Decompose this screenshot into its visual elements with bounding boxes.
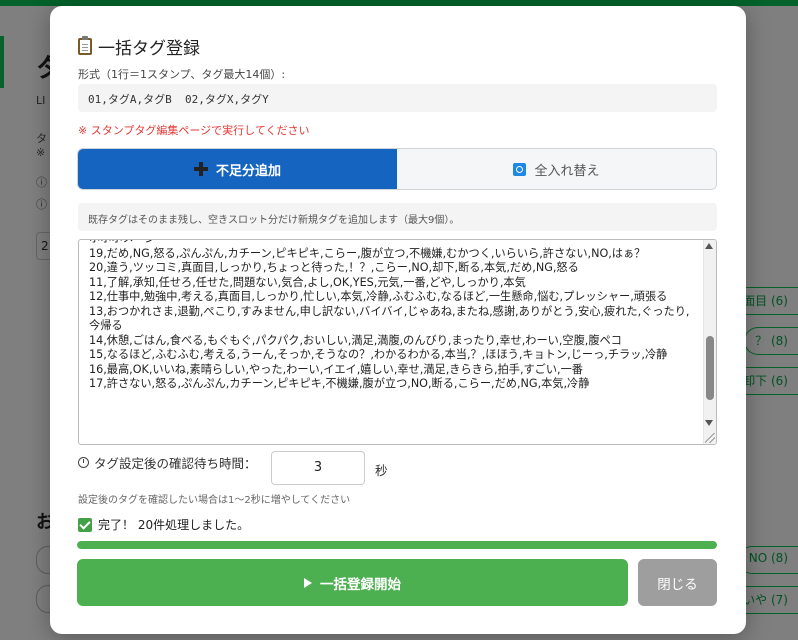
- modal-title-row: 一括タグ登録: [78, 34, 200, 59]
- textarea-line: 13,おつかれさま,退勤,ぺこり,すみません,申し訳ない,バイバイ,じゃあね,ま…: [89, 304, 690, 333]
- mode-replace-all-button[interactable]: 全入れ替え: [397, 149, 716, 189]
- modal-title: 一括タグ登録: [98, 39, 200, 59]
- textarea-scrollbar[interactable]: [703, 240, 716, 444]
- play-icon: [304, 577, 312, 588]
- format-example: 01,タグA,タグB 02,タグX,タグY: [78, 84, 717, 112]
- status-row: 完了！ 20件処理しました。: [78, 516, 249, 533]
- start-button-label: 一括登録開始: [320, 576, 401, 593]
- textarea-line: ホホホメーン: [89, 240, 695, 247]
- tag-textarea[interactable]: ホホホメーン19,だめ,NG,怒る,ぷんぷん,カチーン,ピキピキ,こらー,腹が立…: [78, 239, 717, 445]
- mode-description: 既存タグはそのまま残し、空きスロット分だけ新規タグを追加します（最大9個）。: [78, 203, 717, 231]
- textarea-line: 11,了解,承知,任せろ,任せた,問題ない,気合,よし,OK,YES,元気,一番…: [89, 275, 526, 289]
- mode-toggle: 不足分追加 全入れ替え: [77, 148, 717, 190]
- resize-grip-icon[interactable]: [705, 433, 715, 443]
- status-text: 完了！ 20件処理しました。: [98, 518, 250, 532]
- close-button[interactable]: 閉じる: [638, 559, 717, 606]
- scroll-down-arrow-icon[interactable]: [705, 420, 713, 426]
- textarea-line: 14,休憩,ごはん,食べる,もぐもぐ,パクパク,おいしい,満足,満腹,のんびり,…: [89, 333, 622, 347]
- textarea-line: 15,なるほど,ふむふむ,考える,うーん,そっか,そうなの？,わかるわかる,本当…: [89, 348, 668, 361]
- plus-icon: [193, 162, 208, 176]
- start-bulk-register-button[interactable]: 一括登録開始: [77, 559, 628, 606]
- swap-icon: [513, 162, 527, 176]
- scroll-thumb[interactable]: [706, 336, 714, 400]
- check-icon: [78, 517, 92, 532]
- wait-time-label: タグ設定後の確認待ち時間：: [94, 456, 257, 471]
- stopwatch-icon: [78, 457, 89, 468]
- close-button-label: 閉じる: [657, 576, 698, 593]
- warning-text: ※ スタンプタグ編集ページで実行してください: [78, 124, 310, 137]
- wait-time-input[interactable]: 3: [271, 451, 365, 485]
- mode-replace-all-label: 全入れ替え: [534, 163, 600, 179]
- mode-add-missing-button[interactable]: 不足分追加: [78, 149, 397, 189]
- textarea-line: 19,だめ,NG,怒る,ぷんぷん,カチーン,ピキピキ,こらー,腹が立つ,不機嫌,…: [89, 246, 646, 260]
- format-label: 形式（1行＝1スタンプ、タグ最大14個）:: [78, 68, 286, 81]
- wait-time-row: タグ設定後の確認待ち時間：: [78, 453, 257, 472]
- mode-add-missing-label: 不足分追加: [215, 163, 281, 179]
- scroll-up-arrow-icon[interactable]: [705, 243, 713, 249]
- wait-time-unit: 秒: [375, 463, 388, 478]
- bulk-tag-modal: 一括タグ登録 形式（1行＝1スタンプ、タグ最大14個）: 01,タグA,タグB …: [50, 6, 746, 634]
- textarea-line: 16,最高,OK,いいね,素晴らしい,やった,わーい,イエイ,嬉しい,幸せ,満足…: [89, 362, 583, 376]
- wait-time-hint: 設定後のタグを確認したい場合は1〜2秒に増やしてください: [78, 495, 351, 506]
- progress-fill: [77, 541, 717, 549]
- textarea-line: 12,仕事中,勉強中,考える,真面目,しっかり,忙しい,本気,冷静,ふむふむ,な…: [89, 290, 668, 303]
- textarea-content: ホホホメーン19,だめ,NG,怒る,ぷんぷん,カチーン,ピキピキ,こらー,腹が立…: [79, 240, 705, 392]
- textarea-line: 17,許さない,怒る,ぷんぷん,カチーン,ピキピキ,不機嫌,腹が立つ,NO,断る…: [89, 377, 590, 390]
- clipboard-icon: [78, 36, 92, 55]
- progress-bar: [77, 541, 717, 549]
- textarea-line: 20,違う,ツッコミ,真面目,しっかり,ちょっと待った,！？,こらー,NO,却下…: [89, 261, 579, 274]
